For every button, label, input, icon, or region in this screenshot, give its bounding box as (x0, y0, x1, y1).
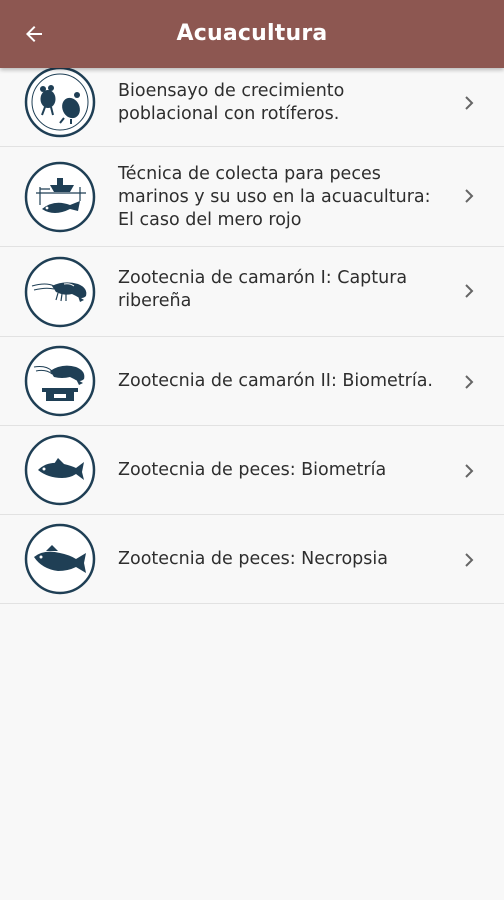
list-item-fish-biometry[interactable]: Zootecnia de peces: Biometría (0, 426, 504, 515)
list-item-shrimp-capture[interactable]: Zootecnia de camarón I: Captura ribereña (0, 247, 504, 337)
chevron-right-icon (465, 189, 474, 203)
fish-necropsy-icon (24, 523, 96, 595)
chevron-right-icon (465, 96, 474, 110)
list-item-label: Bioensayo de crecimiento poblacional con… (118, 81, 345, 124)
fishing-boat-icon (24, 161, 96, 233)
list-item-rotifers[interactable]: Bioensayo de crecimiento poblacional con… (0, 60, 504, 147)
shrimp-icon (24, 256, 96, 328)
chevron-right-icon (465, 553, 474, 567)
list-item-shrimp-biometry[interactable]: Zootecnia de camarón II: Biometría. (0, 337, 504, 426)
shrimp-scale-icon (24, 345, 96, 417)
list-item-label: Zootecnia de camarón I: Captura ribereña (118, 268, 408, 311)
chevron-right-icon (465, 375, 474, 389)
list-item-fish-necropsy[interactable]: Zootecnia de peces: Necropsia (0, 515, 504, 604)
chevron-right-icon (465, 284, 474, 298)
page-title: Acuacultura (176, 21, 328, 46)
chevron-right-icon (465, 464, 474, 478)
list-item-label: Técnica de colecta para peces marinos y … (118, 164, 431, 230)
list-item-label: Zootecnia de peces: Necropsia (118, 549, 388, 569)
fish-icon (24, 434, 96, 506)
lesson-list: Bioensayo de crecimiento poblacional con… (0, 60, 504, 604)
list-item-label: Zootecnia de peces: Biometría (118, 460, 387, 480)
list-item-red-grouper[interactable]: Técnica de colecta para peces marinos y … (0, 147, 504, 247)
list-item-label: Zootecnia de camarón II: Biometría. (118, 371, 433, 391)
app-bar: Acuacultura (0, 0, 504, 68)
rotifer-icon (24, 66, 96, 138)
